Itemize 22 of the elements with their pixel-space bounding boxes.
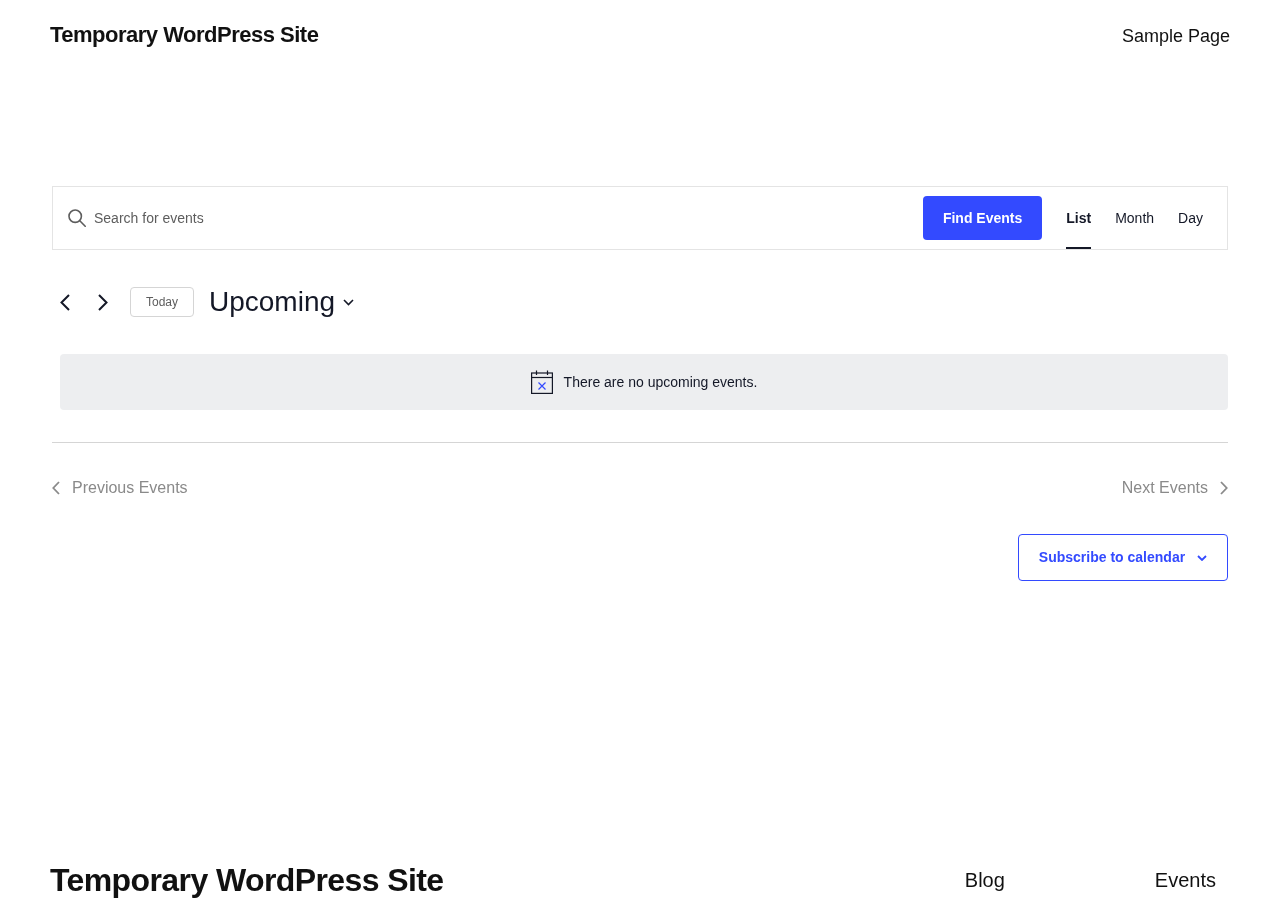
search-icon (68, 209, 86, 227)
footer-site-title[interactable]: Temporary WordPress Site (50, 862, 444, 898)
site-title[interactable]: Temporary WordPress Site (50, 22, 319, 48)
notice-text: There are no upcoming events. (563, 372, 758, 392)
view-tab[interactable]: Day (1178, 187, 1203, 249)
chevron-left-icon (60, 293, 70, 311)
nav-link[interactable]: Sample Page (1121, 24, 1230, 48)
calendar-x-icon (530, 370, 553, 394)
caret-down-icon (343, 298, 355, 306)
subscribe-button[interactable]: Subscribe to calendar (1018, 534, 1228, 581)
view-tab[interactable]: Month (1115, 187, 1155, 249)
today-button[interactable]: Today (130, 287, 194, 317)
find-events-button[interactable]: Find Events (922, 196, 1043, 240)
chevron-right-icon (98, 293, 108, 311)
view-tab[interactable]: List (1066, 187, 1092, 249)
caret-down-icon (1197, 554, 1208, 561)
chevron-left-icon (52, 481, 60, 495)
chevron-right-icon (1220, 481, 1228, 495)
footer-nav-link[interactable]: Events (1154, 868, 1216, 892)
footer-nav-link[interactable]: Blog (964, 868, 1005, 892)
event-search-bar[interactable]: Search for events Find Events List Month Day (52, 186, 1228, 250)
search-field[interactable]: Search for events (94, 187, 923, 249)
